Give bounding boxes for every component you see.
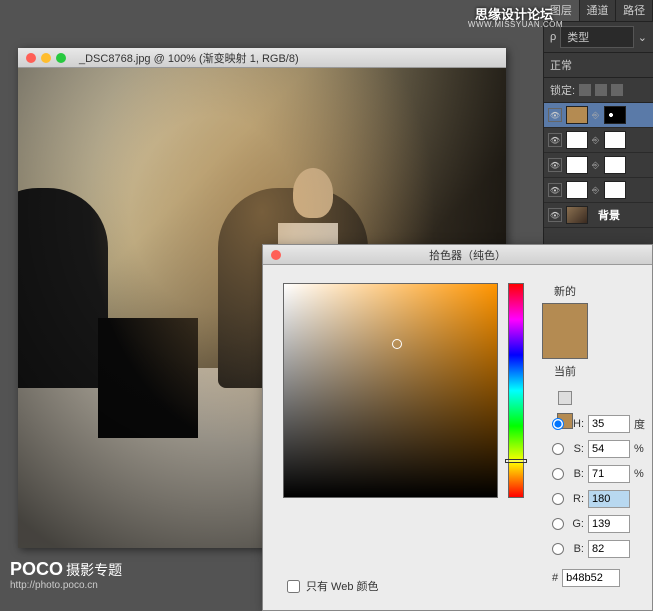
lock-label: 锁定: <box>550 82 575 98</box>
visibility-icon[interactable] <box>548 108 562 122</box>
hue-slider[interactable] <box>508 283 524 498</box>
swatch-new[interactable] <box>543 304 587 331</box>
color-picker-dialog: 拾色器（纯色） 新的 当前 只有 Web 颜色 H: 度 <box>262 244 653 611</box>
lock-position-icon[interactable] <box>611 84 623 96</box>
input-s[interactable] <box>588 440 630 458</box>
input-hex[interactable] <box>562 569 620 587</box>
current-label: 当前 <box>554 363 576 379</box>
radio-g[interactable] <box>552 518 564 530</box>
layer-row-solid-color[interactable]: ⎆ <box>544 103 653 128</box>
saturation-brightness-field[interactable] <box>283 283 498 498</box>
visibility-icon[interactable] <box>548 183 562 197</box>
hue-cursor[interactable] <box>505 459 527 463</box>
layer-type-dropdown[interactable]: 类型 <box>560 26 634 48</box>
web-colors-checkbox[interactable] <box>287 580 300 593</box>
unit-b: % <box>634 468 648 480</box>
tab-paths[interactable]: 路径 <box>616 0 653 21</box>
rgb-r-row: R: <box>552 490 648 508</box>
value-column: H: 度 S: % B: % R: G: <box>552 415 648 587</box>
picker-titlebar[interactable]: 拾色器（纯色） <box>263 245 652 265</box>
layer-thumb[interactable] <box>566 131 588 149</box>
radio-bb[interactable] <box>552 543 564 555</box>
radio-b[interactable] <box>552 468 564 480</box>
link-icon: ⎆ <box>592 110 600 121</box>
web-colors-only-check[interactable]: 只有 Web 颜色 <box>287 578 379 594</box>
radio-h[interactable] <box>552 418 564 430</box>
label-g: G: <box>568 518 584 530</box>
rgb-b-row: B: <box>552 540 648 558</box>
picker-title: 拾色器（纯色） <box>291 247 644 263</box>
type-hook-icon: ρ <box>550 31 556 43</box>
hsb-h-row: H: 度 <box>552 415 648 433</box>
link-icon: ⎆ <box>592 160 600 171</box>
hsb-b-row: B: % <box>552 465 648 483</box>
color-cursor[interactable] <box>392 339 402 349</box>
link-icon: ⎆ <box>592 135 600 146</box>
watermark-url: WWW.MISSYUAN.COM <box>468 20 563 29</box>
unit-h: 度 <box>634 416 648 432</box>
layer-row[interactable]: ⎆ <box>544 128 653 153</box>
lock-transparent-icon[interactable] <box>579 84 591 96</box>
layer-thumb[interactable] <box>566 181 588 199</box>
layer-row[interactable]: ⎆ <box>544 153 653 178</box>
web-colors-label: 只有 Web 颜色 <box>306 578 379 594</box>
layer-thumb[interactable] <box>566 206 588 224</box>
dropdown-icon[interactable]: ⌄ <box>638 31 647 44</box>
poco-sub: 摄影专题 <box>66 562 122 578</box>
zoom-icon[interactable] <box>56 53 66 63</box>
lock-row: 锁定: <box>544 78 653 103</box>
close-icon[interactable] <box>271 250 281 260</box>
visibility-icon[interactable] <box>548 133 562 147</box>
close-icon[interactable] <box>26 53 36 63</box>
panel-tabs: 图层 通道 路径 <box>543 0 653 22</box>
layer-mask-thumb[interactable] <box>604 131 626 149</box>
unit-s: % <box>634 443 648 455</box>
label-hex: # <box>552 572 558 584</box>
input-g[interactable] <box>588 515 630 533</box>
blend-mode-dropdown[interactable]: 正常 <box>544 53 653 78</box>
poco-url: http://photo.poco.cn <box>10 580 122 591</box>
lock-image-icon[interactable] <box>595 84 607 96</box>
input-bb[interactable] <box>588 540 630 558</box>
layers-panel: ρ 类型 ⌄ 正常 锁定: ⎆ ⎆ ⎆ ⎆ 背景 <box>543 22 653 252</box>
tab-channels[interactable]: 通道 <box>580 0 617 21</box>
radio-r[interactable] <box>552 493 564 505</box>
layer-thumb[interactable] <box>566 156 588 174</box>
layer-mask-thumb[interactable] <box>604 181 626 199</box>
cube-warning-icon[interactable] <box>558 391 572 405</box>
swatch-compare <box>542 303 588 359</box>
layer-mask-thumb[interactable] <box>604 106 626 124</box>
label-b: B: <box>568 468 584 480</box>
visibility-icon[interactable] <box>548 208 562 222</box>
input-r[interactable] <box>588 490 630 508</box>
poco-logo: POCO 摄影专题 http://photo.poco.cn <box>10 559 122 591</box>
visibility-icon[interactable] <box>548 158 562 172</box>
layer-row-background[interactable]: 背景 <box>544 203 653 228</box>
document-titlebar[interactable]: _DSC8768.jpg @ 100% (渐变映射 1, RGB/8) <box>18 48 506 68</box>
document-title: _DSC8768.jpg @ 100% (渐变映射 1, RGB/8) <box>79 50 299 66</box>
new-label: 新的 <box>554 283 576 299</box>
layer-mask-thumb[interactable] <box>604 156 626 174</box>
input-h[interactable] <box>588 415 630 433</box>
label-r: R: <box>568 493 584 505</box>
label-bb: B: <box>568 543 584 555</box>
label-h: H: <box>568 418 584 430</box>
layer-thumb[interactable] <box>566 106 588 124</box>
minimize-icon[interactable] <box>41 53 51 63</box>
input-b[interactable] <box>588 465 630 483</box>
rgb-g-row: G: <box>552 515 648 533</box>
radio-s[interactable] <box>552 443 564 455</box>
hsb-s-row: S: % <box>552 440 648 458</box>
layer-row[interactable]: ⎆ <box>544 178 653 203</box>
label-s: S: <box>568 443 584 455</box>
swatch-current[interactable] <box>543 331 587 358</box>
hex-row: # <box>552 569 648 587</box>
poco-brand: POCO <box>10 559 63 579</box>
link-icon: ⎆ <box>592 185 600 196</box>
layer-name: 背景 <box>598 207 620 223</box>
